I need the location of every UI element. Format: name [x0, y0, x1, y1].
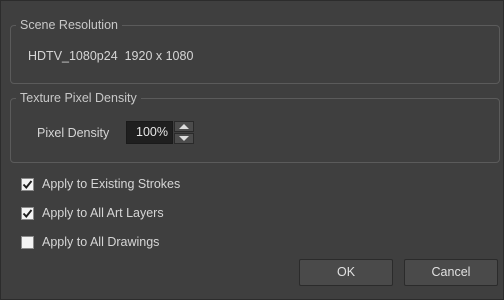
pixel-density-label: Pixel Density [37, 126, 110, 140]
scene-resolution-value: HDTV_1080p24 1920 x 1080 [28, 49, 194, 63]
scene-resolution-group: Scene Resolution HDTV_1080p24 1920 x 108… [10, 18, 500, 84]
option-all-art-layers[interactable]: Apply to All Art Layers [21, 205, 164, 221]
arrow-up-icon [179, 124, 189, 129]
checkmark-icon [22, 179, 33, 189]
option-label: Apply to Existing Strokes [42, 177, 181, 191]
pixel-density-spinner[interactable] [174, 121, 194, 145]
dialog-frame: Scene Resolution HDTV_1080p24 1920 x 108… [0, 0, 504, 300]
spin-down-button[interactable] [174, 133, 194, 144]
checkbox-all-art-layers[interactable] [21, 206, 34, 220]
checkbox-existing-strokes[interactable] [21, 177, 34, 191]
spin-up-button[interactable] [174, 121, 194, 132]
checkbox-all-drawings[interactable] [21, 235, 34, 249]
option-existing-strokes[interactable]: Apply to Existing Strokes [21, 176, 180, 192]
option-label: Apply to All Art Layers [42, 206, 164, 220]
pixel-density-input[interactable]: 100% [126, 121, 173, 144]
option-all-drawings[interactable]: Apply to All Drawings [21, 234, 159, 250]
cancel-button[interactable]: Cancel [404, 259, 498, 286]
arrow-down-icon [179, 136, 189, 141]
checkmark-icon [22, 208, 33, 218]
texture-pixel-density-group: Texture Pixel Density Pixel Density 100% [10, 91, 500, 163]
option-label: Apply to All Drawings [42, 235, 160, 249]
texture-pixel-density-legend: Texture Pixel Density [20, 91, 137, 105]
scene-resolution-legend: Scene Resolution [20, 18, 118, 32]
ok-button[interactable]: OK [299, 259, 393, 286]
